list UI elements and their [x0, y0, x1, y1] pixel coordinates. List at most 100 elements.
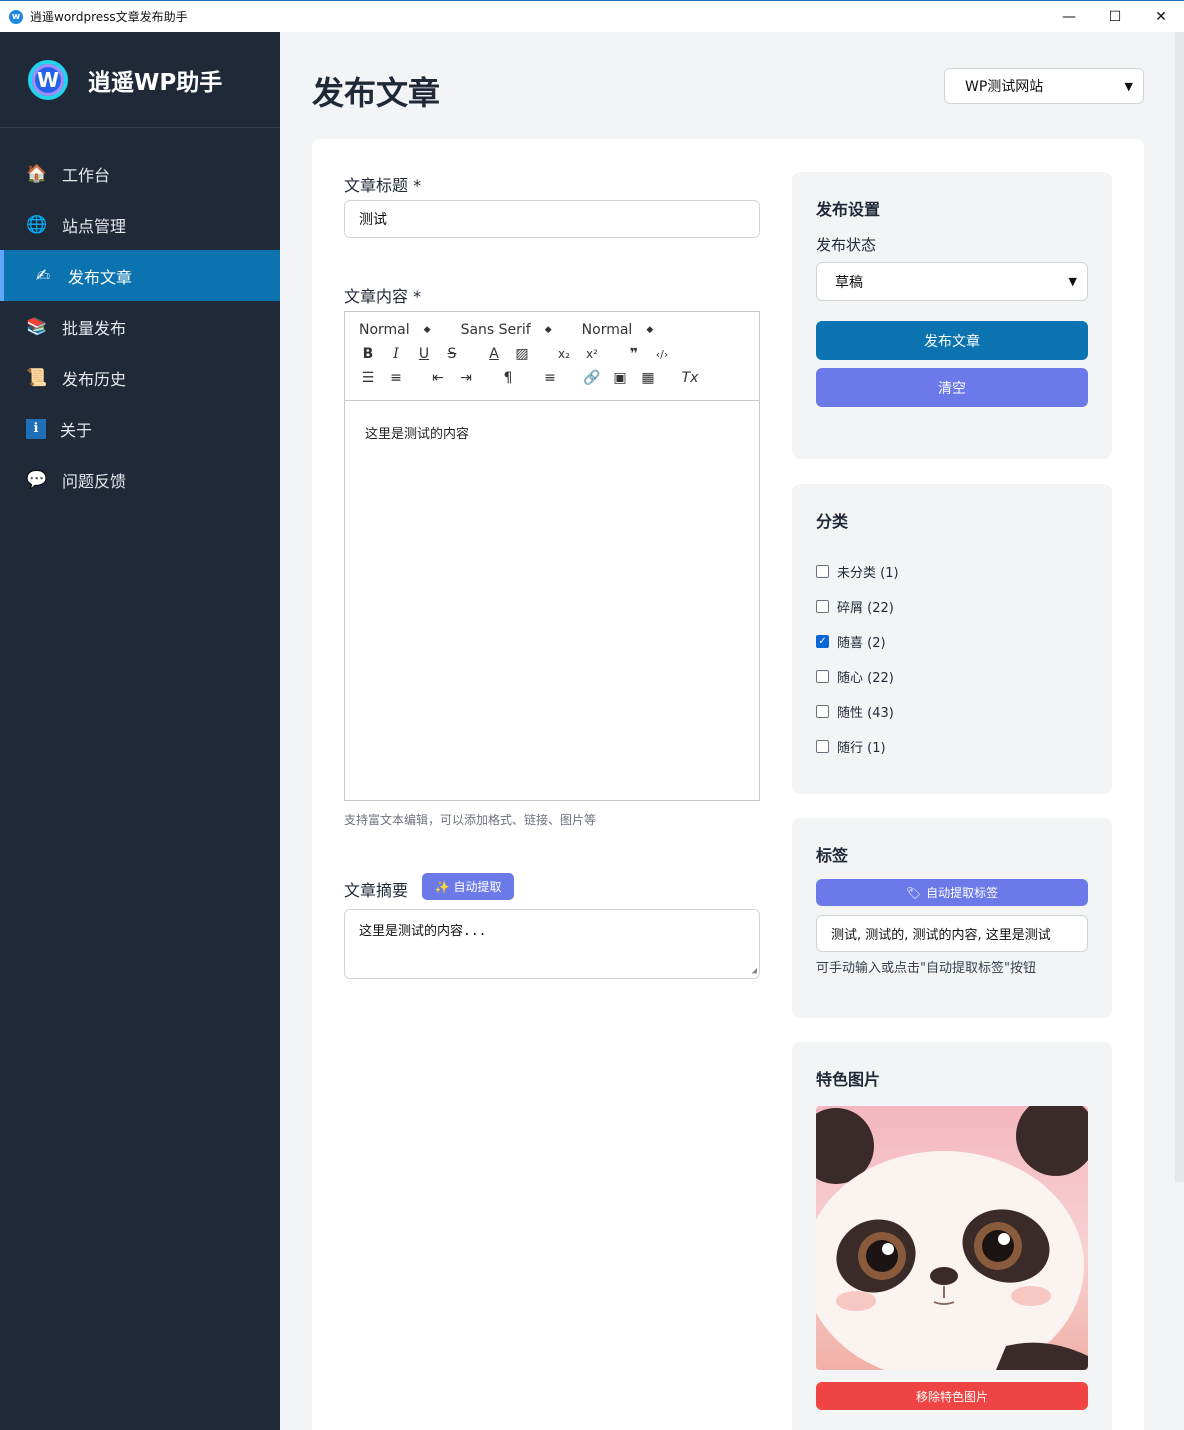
- category-label: 碎屑 (22): [837, 601, 894, 616]
- bullet-list-icon[interactable]: ≡: [387, 370, 405, 386]
- header-dropdown-value: Normal: [359, 322, 410, 338]
- sidebar-item-label: 关于: [60, 420, 93, 440]
- excerpt-label: 文章摘要: [344, 881, 409, 900]
- brand: W 逍遥WP助手: [0, 32, 280, 128]
- status-label: 发布状态: [816, 236, 877, 254]
- title-label: 文章标题 *: [344, 176, 422, 195]
- blockquote-icon[interactable]: ❞: [625, 346, 643, 362]
- title-input[interactable]: 测试: [344, 200, 760, 238]
- scroll-icon: 📜: [26, 367, 48, 388]
- category-label: 未分类 (1): [837, 566, 899, 581]
- editor-toolbar: Normal ◆ Sans Serif ◆ Normal ◆ B I U S A ▨ …: [344, 311, 760, 401]
- code-block-icon[interactable]: ‹/›: [653, 348, 671, 361]
- maximize-button[interactable]: ☐: [1092, 1, 1138, 33]
- sidebar-nav: 🏠 工作台 🌐 站点管理 ✍ 发布文章 📚 批量发布 📜 发布历史 ℹ 关于 💬…: [0, 128, 280, 505]
- scrollbar[interactable]: [1175, 32, 1184, 1182]
- window-titlebar: w 逍遥wordpress文章发布助手 — ☐ ✕: [0, 0, 1184, 32]
- sidebar-item-about[interactable]: ℹ 关于: [0, 403, 280, 454]
- checkbox[interactable]: [816, 600, 829, 613]
- sidebar-item-dashboard[interactable]: 🏠 工作台: [0, 148, 280, 199]
- minimize-button[interactable]: —: [1046, 1, 1092, 33]
- clear-button[interactable]: 清空: [816, 368, 1088, 407]
- ordered-list-icon[interactable]: ☰: [359, 370, 377, 386]
- sidebar-item-label: 站点管理: [62, 216, 127, 236]
- sidebar-item-history[interactable]: 📜 发布历史: [0, 352, 280, 403]
- clear-format-icon[interactable]: Tx: [681, 370, 699, 386]
- strikethrough-icon[interactable]: S: [443, 346, 461, 362]
- updown-icon: ◆: [646, 325, 654, 335]
- font-dropdown-value: Sans Serif: [460, 322, 531, 338]
- speech-bubble-icon: 💬: [26, 469, 48, 490]
- featured-image: [816, 1106, 1088, 1370]
- italic-icon[interactable]: I: [387, 346, 405, 362]
- sidebar: W 逍遥WP助手 🏠 工作台 🌐 站点管理 ✍ 发布文章 📚 批量发布 📜 发布…: [0, 32, 280, 1430]
- category-item[interactable]: ✓ 随喜 (2): [816, 632, 886, 651]
- bold-icon[interactable]: B: [359, 346, 377, 362]
- featured-image-title: 特色图片: [816, 1070, 881, 1089]
- checkbox[interactable]: [816, 705, 829, 718]
- font-dropdown[interactable]: Sans Serif ◆: [461, 322, 552, 338]
- image-icon[interactable]: ▣: [611, 370, 629, 386]
- checkbox[interactable]: [816, 670, 829, 683]
- outdent-icon[interactable]: ⇤: [429, 370, 447, 386]
- page-title: 发布文章: [312, 74, 441, 112]
- brand-name: 逍遥WP助手: [88, 69, 223, 96]
- tag-icon: 🏷: [905, 885, 922, 900]
- category-item[interactable]: 未分类 (1): [816, 562, 899, 581]
- content-editor[interactable]: 这里是测试的内容: [344, 401, 760, 801]
- sidebar-item-label: 工作台: [62, 165, 111, 185]
- close-button[interactable]: ✕: [1138, 1, 1184, 33]
- category-item[interactable]: 随心 (22): [816, 667, 894, 686]
- category-item[interactable]: 随性 (43): [816, 702, 894, 721]
- auto-extract-tags-button[interactable]: 🏷 自动提取标签: [816, 879, 1088, 906]
- sidebar-item-feedback[interactable]: 💬 问题反馈: [0, 454, 280, 505]
- sidebar-item-sites[interactable]: 🌐 站点管理: [0, 199, 280, 250]
- globe-icon: 🌐: [26, 214, 48, 235]
- status-select-value: 草稿: [835, 274, 863, 291]
- link-icon[interactable]: 🔗: [583, 370, 601, 386]
- checkbox[interactable]: [816, 740, 829, 753]
- text-color-icon[interactable]: A: [485, 346, 503, 362]
- category-item[interactable]: 碎屑 (22): [816, 597, 894, 616]
- site-select-value: WP测试网站: [965, 79, 1044, 95]
- checkbox[interactable]: [816, 565, 829, 578]
- publish-button[interactable]: 发布文章: [816, 321, 1088, 360]
- window-title: 逍遥wordpress文章发布助手: [30, 10, 188, 24]
- category-item[interactable]: 随行 (1): [816, 737, 886, 756]
- title-input-value: 测试: [359, 212, 387, 228]
- category-label: 随性 (43): [837, 706, 894, 721]
- publish-form-card: 文章标题 * 测试 文章内容 * Normal ◆ Sans Serif ◆ Nor…: [312, 139, 1144, 1430]
- video-icon[interactable]: ▦: [639, 370, 657, 386]
- size-dropdown-value: Normal: [581, 322, 633, 338]
- status-select[interactable]: 草稿 ▼: [816, 262, 1088, 301]
- remove-featured-image-button[interactable]: 移除特色图片: [816, 1382, 1088, 1410]
- updown-icon: ◆: [544, 325, 552, 335]
- chevron-down-icon: ▼: [1124, 79, 1133, 93]
- auto-extract-button[interactable]: ✨ 自动提取: [422, 873, 514, 900]
- tags-input[interactable]: 测试, 测试的, 测试的内容, 这里是测试: [816, 915, 1088, 952]
- indent-icon[interactable]: ⇥: [457, 370, 475, 386]
- sidebar-item-label: 批量发布: [62, 318, 127, 338]
- sidebar-item-batch[interactable]: 📚 批量发布: [0, 301, 280, 352]
- auto-extract-label: 自动提取: [453, 880, 502, 894]
- resize-grip-icon[interactable]: ◢: [752, 966, 757, 976]
- sidebar-item-label: 发布文章: [68, 267, 133, 287]
- underline-icon[interactable]: U: [415, 346, 433, 362]
- sidebar-item-publish[interactable]: ✍ 发布文章: [0, 250, 280, 301]
- header-dropdown[interactable]: Normal ◆: [359, 322, 431, 338]
- publish-settings-panel: 发布设置 发布状态 草稿 ▼ 发布文章 清空: [792, 172, 1112, 459]
- superscript-icon[interactable]: x²: [583, 347, 601, 361]
- align-icon[interactable]: ≡: [541, 370, 559, 386]
- panda-illustration: [816, 1106, 1088, 1370]
- size-dropdown[interactable]: Normal ◆: [582, 322, 654, 338]
- subscript-icon[interactable]: x₂: [555, 347, 573, 361]
- publish-settings-title: 发布设置: [816, 200, 881, 219]
- featured-image-panel: 特色图片 移除特色图片: [792, 1042, 1112, 1430]
- checkbox-checked[interactable]: ✓: [816, 635, 829, 648]
- category-label: 随喜 (2): [837, 636, 886, 651]
- text-direction-icon[interactable]: ¶: [499, 370, 517, 386]
- site-select[interactable]: WP测试网站 ▼: [944, 68, 1144, 104]
- excerpt-textarea[interactable]: 这里是测试的内容... ◢: [344, 909, 760, 979]
- app-icon: w: [9, 9, 23, 24]
- background-color-icon[interactable]: ▨: [513, 346, 531, 362]
